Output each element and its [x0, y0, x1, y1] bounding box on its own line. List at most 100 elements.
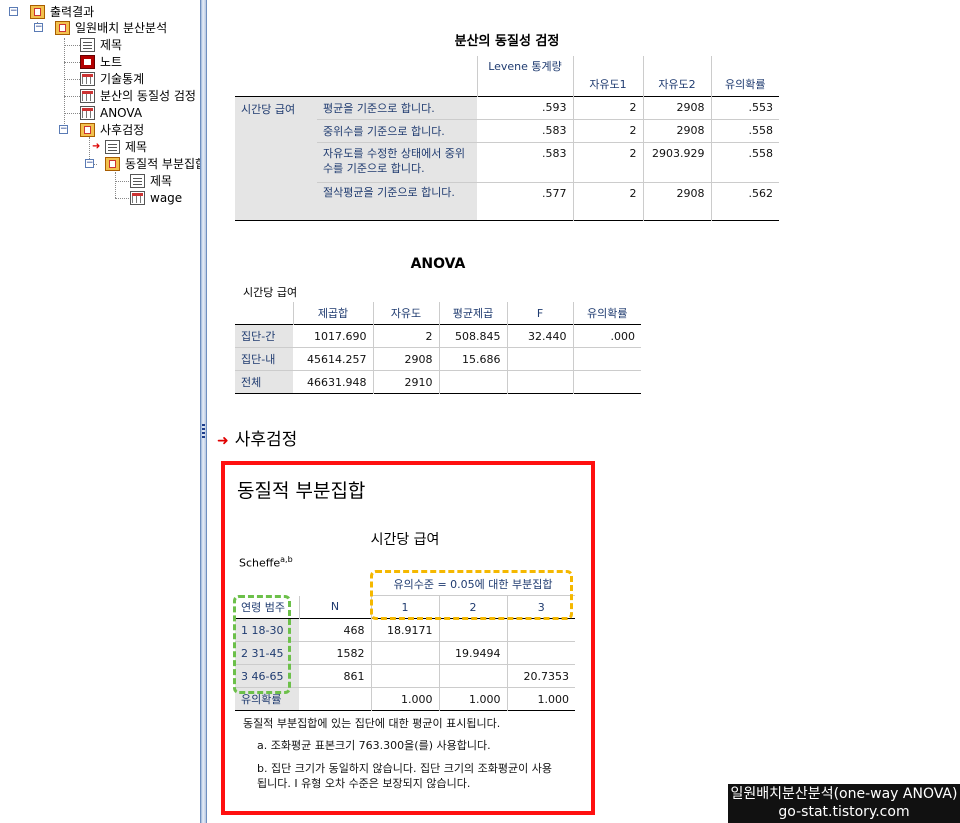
cell: 2 — [572, 96, 643, 120]
anova-title: ANOVA — [410, 256, 466, 272]
tree-item-label: 제목 — [150, 174, 173, 188]
pivot-table-icon — [80, 106, 95, 120]
pivot-table-icon — [130, 191, 145, 205]
tree-item-output[interactable]: 출력결과 — [0, 4, 200, 20]
cell: 508.845 — [438, 324, 507, 348]
levene-title: 분산의 동질성 검정 — [454, 34, 560, 49]
col-header: 자유도1 — [572, 56, 643, 96]
cell: .000 — [572, 324, 641, 348]
tree-item-homogeneity[interactable]: 분산의 동질성 검정 — [0, 88, 200, 104]
cell: 15.686 — [438, 347, 507, 371]
tree-item-subsets-title[interactable]: 제목 — [0, 173, 200, 189]
cell: 2 — [572, 119, 643, 143]
cell: 2908 — [642, 119, 711, 143]
anova-subtitle: 시간당 급여 — [243, 286, 298, 299]
tree-item-label: 분산의 동질성 검정 — [100, 89, 196, 103]
cell: 2908 — [642, 182, 711, 220]
cell: 32.440 — [506, 324, 573, 348]
col-header: 자유도 — [372, 302, 439, 325]
tree-item-notes[interactable]: 노트 — [0, 54, 200, 70]
posthoc-heading-text: 사후검정 — [234, 430, 298, 450]
cell: .583 — [477, 142, 573, 183]
output-book-icon — [55, 21, 70, 35]
col-header: 유의확률 — [710, 56, 779, 96]
row-header: 평균을 기준으로 합니다. — [317, 96, 477, 120]
cell: 45614.257 — [293, 347, 373, 371]
tree-item-posthoc-title[interactable]: ➜ 제목 — [0, 139, 200, 155]
corner-cell — [235, 56, 317, 96]
cell: 2 — [572, 142, 643, 183]
cell — [438, 370, 507, 394]
cell: 1017.690 — [293, 324, 373, 348]
cell: 2 — [572, 182, 643, 220]
col-header: 유의확률 — [572, 302, 641, 325]
output-book-icon — [105, 157, 120, 171]
cell: .583 — [477, 119, 573, 143]
cell: .593 — [477, 96, 573, 120]
notes-icon — [80, 55, 95, 69]
current-item-arrow-icon: ➜ — [217, 433, 229, 449]
tree-item-label: wage — [150, 191, 183, 205]
tree-item-label: 노트 — [100, 55, 123, 69]
corner-cell — [235, 302, 293, 325]
cell: 2908 — [642, 96, 711, 120]
watermark-line1: 일원배치분산분석(one-way ANOVA) — [730, 786, 958, 802]
tree-item-label: 출력결과 — [50, 5, 95, 19]
title-page-icon — [105, 140, 120, 154]
row-group-header: 시간당 급여 — [235, 96, 317, 220]
tree-item-label: 일원배치 분산분석 — [75, 21, 168, 35]
collapse-toggle[interactable] — [34, 23, 43, 32]
tree-item-descriptives[interactable]: 기술통계 — [0, 71, 200, 87]
col-header: Levene 통계량 — [476, 56, 573, 96]
current-item-arrow-icon: ➜ — [92, 141, 101, 152]
pivot-table-icon — [80, 89, 95, 103]
collapse-toggle[interactable] — [85, 159, 94, 168]
highlight-subset-columns — [370, 570, 573, 620]
cell: .558 — [710, 142, 779, 183]
title-page-icon — [130, 174, 145, 188]
col-header: F — [506, 302, 573, 325]
posthoc-heading: ➜ 사후검정 — [217, 425, 297, 450]
col-header: 자유도2 — [642, 56, 711, 96]
anova-table[interactable]: 제곱합 자유도 평균제곱 F 유의확률 집단-간 1017.690 2 508.… — [235, 302, 641, 394]
collapse-toggle[interactable] — [9, 7, 18, 16]
row-header: 전체 — [235, 370, 293, 394]
tree-item-anova[interactable]: ANOVA — [0, 105, 200, 121]
tree-item-posthoc[interactable]: 사후검정 — [0, 122, 200, 138]
cell: .577 — [542, 186, 567, 200]
row-header: 중위수를 기준으로 합니다. — [317, 119, 477, 143]
tree-item-oneway[interactable]: 일원배치 분산분석 — [0, 20, 200, 36]
pane-splitter[interactable] — [200, 0, 207, 823]
col-header: 제곱합 — [292, 302, 373, 325]
col-header: 평균제곱 — [438, 302, 507, 325]
row-header: 집단-내 — [235, 347, 293, 371]
cell: 2903.929 — [642, 142, 711, 183]
tree-item-label: 제목 — [100, 38, 123, 52]
tree-item-subsets[interactable]: 동질적 부분집합 — [0, 156, 200, 172]
output-book-icon — [30, 5, 45, 19]
tree-item-label: 기술통계 — [100, 72, 145, 86]
title-page-icon — [80, 38, 95, 52]
row-header: 집단-간 — [235, 324, 293, 348]
tree-item-label: 제목 — [125, 140, 148, 154]
cell: .562 — [710, 182, 779, 220]
highlight-age-groups — [233, 595, 291, 694]
cell — [506, 347, 573, 371]
tree-item-label: 동질적 부분집합 — [125, 157, 201, 171]
row-header: 자유도를 수정한 상태에서 중위수를 기준으로 합니다. — [317, 142, 477, 183]
collapse-toggle[interactable] — [59, 125, 68, 134]
levene-table[interactable]: Levene 통계량 자유도1 자유도2 유의확률 시간당 급여 평균을 기준으… — [235, 56, 779, 221]
cell: .558 — [710, 119, 779, 143]
cell: .553 — [710, 96, 779, 120]
output-content-pane[interactable]: 분산의 동질성 검정 Levene 통계량 자유도1 자유도2 유의확률 시간당… — [207, 0, 960, 823]
splitter-grip[interactable] — [202, 424, 205, 438]
watermark: 일원배치분산분석(one-way ANOVA) go-stat.tistory.… — [728, 784, 960, 823]
output-book-icon — [80, 123, 95, 137]
cell — [572, 370, 641, 394]
cell — [506, 370, 573, 394]
tree-item-wage[interactable]: wage — [0, 190, 200, 206]
tree-item-title[interactable]: 제목 — [0, 37, 200, 53]
outline-pane[interactable]: 출력결과 일원배치 분산분석 제목 노트 기술통계 분산의 동질성 검정 ANO… — [0, 0, 201, 823]
row-header: 절삭평균을 기준으로 합니다. — [317, 182, 477, 220]
tree-item-label: ANOVA — [100, 106, 143, 120]
